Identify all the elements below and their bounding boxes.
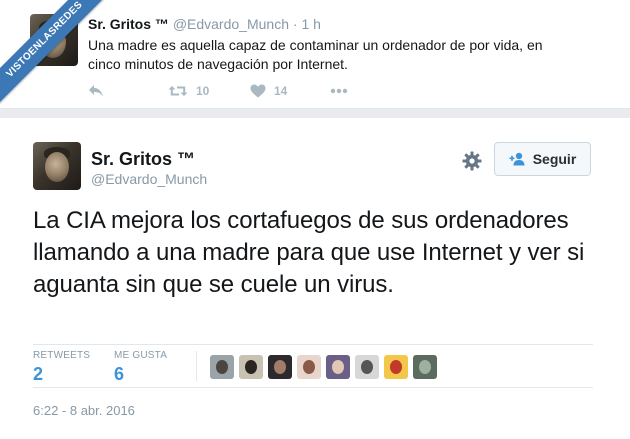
avatar-face (419, 360, 431, 374)
retweet-count: 10 (196, 84, 210, 98)
retweets-label: RETWEETS (33, 350, 91, 361)
follow-button[interactable]: Seguir (494, 142, 591, 176)
follow-button-label: Seguir (532, 151, 577, 167)
top-tweet-time[interactable]: 1 h (301, 16, 320, 32)
avatar-face (245, 360, 257, 374)
stats-bottom-divider (33, 387, 593, 388)
retweet-button[interactable]: 10 (168, 82, 209, 100)
liker-avatar-1[interactable] (210, 355, 234, 379)
more-button[interactable] (330, 82, 348, 100)
like-button[interactable]: 14 (250, 82, 287, 100)
avatar-face (390, 360, 402, 374)
liker-avatar-6[interactable] (355, 355, 379, 379)
liker-avatar-7[interactable] (384, 355, 408, 379)
main-tweet-author-name[interactable]: Sr. Gritos ™ (91, 149, 195, 170)
heart-icon (250, 84, 266, 98)
tweet-timestamp[interactable]: 6:22 - 8 abr. 2016 (33, 403, 135, 418)
like-count: 14 (274, 84, 288, 98)
avatar-face (332, 360, 344, 374)
more-icon (330, 88, 348, 94)
liker-avatar-8[interactable] (413, 355, 437, 379)
liker-avatars (210, 355, 442, 379)
top-tweet-separator: · (292, 16, 298, 32)
liker-avatar-5[interactable] (326, 355, 350, 379)
main-tweet-avatar[interactable] (33, 142, 81, 190)
watermark-text: VISTOENLASREDES (0, 0, 114, 109)
top-tweet-header: Sr. Gritos ™ @Edvardo_Munch · 1 h (88, 16, 321, 32)
retweet-icon (168, 86, 188, 96)
liker-avatar-4[interactable] (297, 355, 321, 379)
likes-stat[interactable]: ME GUSTA 6 (114, 350, 167, 385)
retweets-stat[interactable]: RETWEETS 2 (33, 350, 90, 385)
stats-separator (196, 351, 197, 381)
watermark-ribbon: VISTOENLASREDES (0, 0, 120, 120)
main-tweet-card: Sr. Gritos ™ @Edvardo_Munch Seguir La CI… (0, 118, 630, 439)
likes-label: ME GUSTA (114, 350, 168, 361)
top-tweet-text: Una madre es aquella capaz de contaminar… (88, 37, 543, 72)
avatar-face (216, 360, 228, 374)
main-tweet-text: La CIA mejora los cortafuegos de sus ord… (33, 207, 585, 298)
retweets-value: 2 (33, 364, 44, 384)
gear-icon (462, 151, 482, 171)
avatar-face (274, 360, 286, 374)
avatar-face (303, 360, 315, 374)
likes-value: 6 (114, 364, 125, 384)
stats-top-divider (33, 344, 593, 345)
liker-avatar-3[interactable] (268, 355, 292, 379)
main-tweet-author-handle[interactable]: @Edvardo_Munch (91, 171, 207, 187)
add-user-icon (509, 152, 525, 166)
settings-button[interactable] (462, 151, 482, 171)
avatar-face (361, 360, 373, 374)
top-tweet-author-handle[interactable]: @Edvardo_Munch (173, 16, 289, 32)
liker-avatar-2[interactable] (239, 355, 263, 379)
